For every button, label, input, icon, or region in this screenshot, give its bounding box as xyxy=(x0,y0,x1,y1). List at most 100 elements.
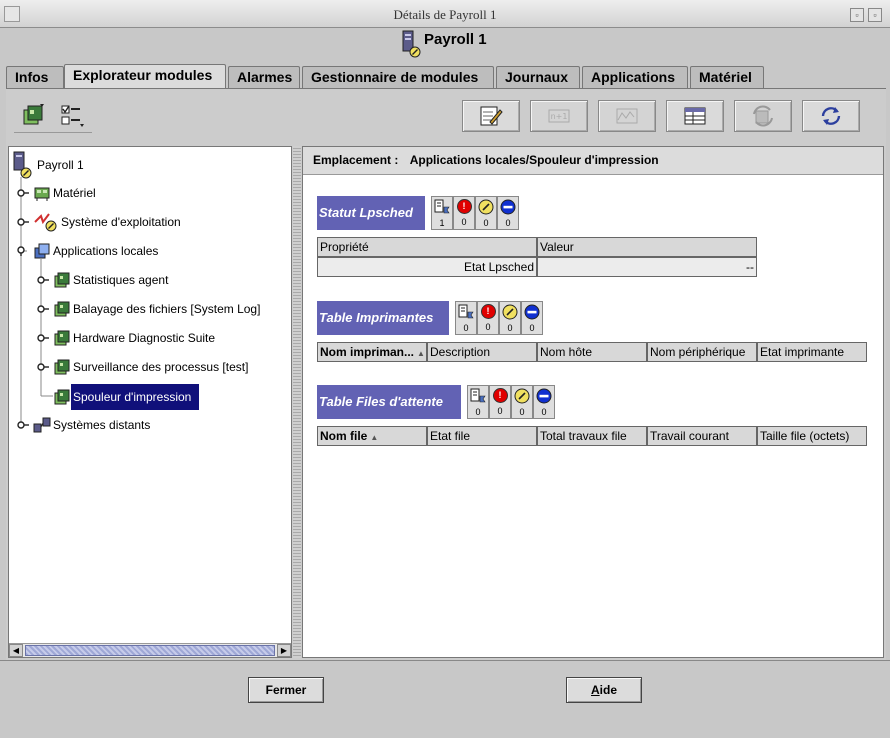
tree-item-applications-locales[interactable]: Applications locales xyxy=(17,240,160,262)
expand-toggle-icon[interactable] xyxy=(17,188,29,198)
help-button[interactable]: Aide xyxy=(566,677,642,703)
tab-applications[interactable]: Applications xyxy=(582,66,688,88)
tree-item-systeme-exploitation[interactable]: Système d'exploitation xyxy=(17,211,183,233)
column-header-nom-hote[interactable]: Nom hôte xyxy=(537,342,647,362)
tree-item-label: Statistiques agent xyxy=(73,273,169,287)
window-title-bar[interactable]: Détails de Payroll 1 ▫ ▫ xyxy=(0,0,890,28)
status-count: 0 xyxy=(505,218,511,228)
status-disabled[interactable]: 0 xyxy=(497,196,519,230)
tree-item-systemes-distants[interactable]: Systèmes distants xyxy=(17,414,152,436)
column-header-valeur[interactable]: Valeur xyxy=(537,237,757,257)
sort-ascending-icon[interactable]: ▲ xyxy=(370,433,378,442)
maximize-icon[interactable]: ▫ xyxy=(868,8,882,22)
status-warning[interactable]: 0 xyxy=(475,196,497,230)
module-icon xyxy=(54,301,70,317)
column-header-description[interactable]: Description xyxy=(427,342,537,362)
tree-item-label: Hardware Diagnostic Suite xyxy=(73,331,216,345)
status-count: 0 xyxy=(507,323,513,333)
module-tree[interactable]: Payroll 1 Matériel Système d'exploitatio… xyxy=(8,146,292,658)
checklist-menu-icon[interactable] xyxy=(58,102,88,130)
refresh-icon xyxy=(821,107,841,125)
column-header-travail-courant[interactable]: Travail courant xyxy=(647,426,757,446)
collapse-toggle-icon[interactable] xyxy=(17,246,29,256)
column-header-nom-imprimante[interactable]: Nom impriman... ▲ xyxy=(317,342,427,362)
tree-horizontal-scrollbar[interactable]: ◀ ▶ xyxy=(9,643,291,657)
tab-materiel[interactable]: Matériel xyxy=(690,66,764,88)
status-total[interactable]: 0 xyxy=(455,301,477,335)
scroll-right-icon[interactable]: ▶ xyxy=(277,644,291,657)
column-header-label: Nom file xyxy=(320,429,368,443)
expand-toggle-icon[interactable] xyxy=(37,333,49,343)
pane-splitter[interactable] xyxy=(293,146,301,658)
table-cell: -- xyxy=(537,257,757,277)
column-header-propriete[interactable]: Propriété xyxy=(317,237,537,257)
refresh-button[interactable] xyxy=(802,100,860,132)
tab-explorateur-modules[interactable]: Explorateur modules xyxy=(64,64,226,88)
tree-item-materiel[interactable]: Matériel xyxy=(17,182,98,204)
table-header-row: Nom impriman... ▲ Description Nom hôte No… xyxy=(317,342,867,362)
scroll-left-icon[interactable]: ◀ xyxy=(9,644,23,657)
module-icon xyxy=(54,330,70,346)
host-name: Payroll 1 xyxy=(424,31,487,48)
tree-item-surveillance-processus[interactable]: Surveillance des processus [test] xyxy=(37,356,250,378)
warning-alarm-icon xyxy=(514,388,530,404)
status-critical[interactable]: ! 0 xyxy=(489,385,511,419)
expand-toggle-icon[interactable] xyxy=(17,217,29,227)
column-header-label: Nom impriman... xyxy=(320,345,415,359)
hardware-icon xyxy=(34,187,50,201)
status-disabled[interactable]: 0 xyxy=(533,385,555,419)
section-title-table-imprimantes: Table Imprimantes xyxy=(317,301,449,335)
tree-item-statistiques-agent[interactable]: Statistiques agent xyxy=(37,269,170,291)
tab-gestionnaire-modules[interactable]: Gestionnaire de modules xyxy=(302,66,494,88)
graph-button[interactable] xyxy=(598,100,656,132)
window-title: Détails de Payroll 1 xyxy=(393,7,497,22)
status-disabled[interactable]: 0 xyxy=(521,301,543,335)
tab-infos[interactable]: Infos xyxy=(6,66,64,88)
close-button[interactable]: Fermer xyxy=(248,677,324,703)
tab-alarmes[interactable]: Alarmes xyxy=(228,66,300,88)
scroll-thumb[interactable] xyxy=(25,645,275,656)
status-critical[interactable]: ! 0 xyxy=(477,301,499,335)
module-view-icon[interactable] xyxy=(18,102,48,130)
module-icon xyxy=(54,272,70,288)
tree-item-label: Système d'exploitation xyxy=(61,215,181,229)
expand-toggle-icon[interactable] xyxy=(37,304,49,314)
column-header-etat-file[interactable]: Etat file xyxy=(427,426,537,446)
warning-alarm-icon xyxy=(478,199,494,215)
status-warning[interactable]: 0 xyxy=(511,385,533,419)
column-header-total-travaux-file[interactable]: Total travaux file xyxy=(537,426,647,446)
module-icon xyxy=(54,359,70,375)
sort-ascending-icon[interactable]: ▲ xyxy=(417,349,425,358)
critical-alarm-icon: ! xyxy=(492,388,508,403)
expand-toggle-icon[interactable] xyxy=(37,275,49,285)
tab-journaux[interactable]: Journaux xyxy=(496,66,580,88)
table-view-button[interactable] xyxy=(666,100,724,132)
status-critical[interactable]: ! 0 xyxy=(453,196,475,230)
column-header-nom-file[interactable]: Nom file ▲ xyxy=(317,426,427,446)
counter-button[interactable]: n+1 xyxy=(530,100,588,132)
edit-button[interactable] xyxy=(462,100,520,132)
status-count: 0 xyxy=(475,407,481,417)
minimize-icon[interactable]: ▫ xyxy=(850,8,864,22)
tree-root[interactable]: Payroll 1 xyxy=(13,151,86,179)
server-icon xyxy=(402,30,421,58)
tree-item-spouleur-impression[interactable]: Spouleur d'impression xyxy=(53,383,200,411)
location-value: Applications locales/Spouleur d'impressi… xyxy=(409,153,659,167)
expand-toggle-icon[interactable] xyxy=(37,362,49,372)
location-bar: Emplacement : Applications locales/Spoul… xyxy=(303,147,883,175)
status-total[interactable]: 0 xyxy=(467,385,489,419)
column-header-etat-imprimante[interactable]: Etat imprimante xyxy=(757,342,867,362)
column-header-nom-peripherique[interactable]: Nom périphérique xyxy=(647,342,757,362)
expand-toggle-icon[interactable] xyxy=(17,420,29,430)
disabled-alarm-icon xyxy=(500,199,516,215)
tree-item-balayage-fichiers[interactable]: Balayage des fichiers [System Log] xyxy=(37,298,262,320)
refresh-module-button[interactable] xyxy=(734,100,792,132)
column-header-taille-file[interactable]: Taille file (octets) xyxy=(757,426,867,446)
table-row[interactable]: Etat Lpsched -- xyxy=(317,257,757,277)
tree-item-hardware-diagnostic-suite[interactable]: Hardware Diagnostic Suite xyxy=(37,327,217,349)
tree-item-label: Matériel xyxy=(53,186,96,200)
status-total[interactable]: 1 xyxy=(431,196,453,230)
section-title-statut-lpsched: Statut Lpsched xyxy=(317,196,425,230)
status-warning[interactable]: 0 xyxy=(499,301,521,335)
status-count: 1 xyxy=(439,218,445,228)
